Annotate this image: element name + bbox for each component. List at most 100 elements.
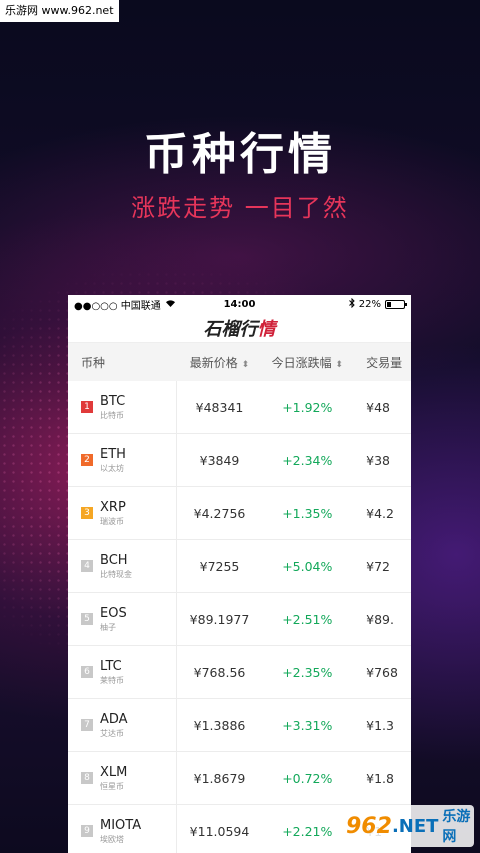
coin-symbol: LTC	[100, 658, 122, 674]
coin-symbol: XLM	[100, 764, 128, 780]
change-cell: +5.04%	[282, 558, 333, 574]
header-change[interactable]: 今日涨跌幅 ⬍	[262, 354, 352, 371]
volume-cell: ¥768	[366, 664, 398, 680]
change-cell: +2.21%	[282, 823, 333, 839]
coin-name: 比特现金	[100, 569, 132, 579]
volume-cell: ¥1.3	[366, 717, 394, 733]
app-title-accent: 情	[257, 318, 276, 340]
table-row[interactable]: 2 ETH 以太坊 ¥3849 +2.34% ¥38	[68, 434, 411, 487]
coin-cell: 6 LTC 莱特币	[68, 646, 177, 698]
header-price-label: 最新价格	[189, 355, 238, 370]
coin-symbol: BTC	[100, 393, 126, 409]
headline: 币种行情	[144, 129, 336, 180]
coin-names: ADA 艾达币	[100, 712, 128, 739]
table-row[interactable]: 4 BCH 比特现金 ¥7255 +5.04% ¥72	[68, 540, 411, 593]
change-cell: +2.35%	[282, 664, 333, 680]
price-cell: ¥1.8679	[193, 770, 246, 786]
header-change-label: 今日涨跌幅	[271, 355, 332, 370]
coin-name: 埃欧塔	[100, 834, 124, 844]
header-coin: 币种	[81, 355, 106, 370]
coin-names: ETH 以太坊	[100, 447, 126, 474]
table-header: 币种 最新价格 ⬍ 今日涨跌幅 ⬍ 交易量	[68, 343, 411, 381]
app-title: 石榴行情	[68, 313, 411, 343]
change-cell: +0.72%	[282, 770, 333, 786]
coin-name: 艾达币	[100, 728, 124, 738]
coin-list: 1 BTC 比特币 ¥48341 +1.92% ¥48 2 ETH 以太坊 ¥38 4 9 +2.34%…	[68, 381, 411, 853]
coin-symbol: MIOTA	[100, 817, 142, 833]
coin-name: 瑞波币	[100, 516, 124, 526]
coin-symbol: ADA	[100, 711, 128, 727]
volume-cell: ¥4.2	[366, 505, 394, 521]
table-row[interactable]: 5 EOS 柚子 ¥89.1977 +2.51% ¥89.	[68, 593, 411, 646]
coin-names: MIOTA 埃欧塔	[100, 818, 141, 845]
change-cell: +2.34%	[282, 452, 333, 468]
coin-name: 莱特币	[100, 675, 124, 685]
table-row[interactable]: 7 ADA 艾达币 ¥1.3886 +3.31% ¥1.3	[68, 699, 411, 752]
rank-badge: 6	[81, 666, 93, 678]
coin-cell: 1 BTC 比特币	[68, 381, 177, 433]
change-cell: +1.92%	[282, 399, 333, 415]
header-price[interactable]: 最新价格 ⬍	[177, 354, 263, 371]
coin-cell: 8 XLM 恒星币	[68, 752, 177, 804]
rank-badge: 1	[81, 401, 93, 413]
coin-name: 以太坊	[100, 463, 124, 473]
coin-symbol: ETH	[100, 446, 126, 462]
coin-name: 比特币	[100, 410, 124, 420]
volume-cell: ¥1.8	[366, 770, 394, 786]
battery-icon	[385, 299, 407, 309]
sort-icon: ⬍	[241, 359, 250, 370]
rank-badge: 3	[81, 507, 93, 519]
battery-percent: 22%	[358, 298, 381, 310]
price-cell: ¥4.2756	[193, 505, 246, 521]
price-cell: ¥11.0594	[189, 823, 250, 839]
status-bar: ●●○○○ 中国联通 14:00 22%	[68, 295, 411, 313]
coin-names: BTC 比特币	[100, 394, 125, 421]
coin-name: 柚子	[100, 622, 116, 632]
coin-cell: 4 BCH 比特现金	[68, 540, 177, 592]
price-cell: ¥89.1977	[189, 611, 250, 627]
rank-badge: 4	[81, 560, 93, 572]
coin-symbol: EOS	[100, 605, 127, 621]
coin-cell: 2 ETH 以太坊	[68, 434, 177, 486]
app-title-main: 石榴行	[203, 318, 258, 340]
price-cell: ¥7255	[199, 558, 240, 574]
coin-cell: 5 EOS 柚子	[68, 593, 177, 645]
price-cell: ¥768.56	[193, 664, 246, 680]
rank-badge: 5	[81, 613, 93, 625]
coin-names: XLM 恒星币	[100, 765, 127, 792]
site-logo: 962 .NET 乐游网	[346, 805, 474, 847]
phone-screen: ●●○○○ 中国联通 14:00 22% 石榴行情 币种 最新价格 ⬍ 今日涨跌…	[68, 295, 411, 853]
header-volume[interactable]: 交易量	[352, 354, 411, 371]
volume-cell: ¥48	[366, 399, 390, 415]
logo-suffix: .NET	[391, 815, 439, 837]
coin-cell: 9 MIOTA 埃欧塔	[68, 805, 177, 853]
price-cell: ¥48341	[195, 399, 244, 415]
logo-label: 乐游网	[442, 809, 471, 845]
rank-badge: 7	[81, 719, 93, 731]
table-row[interactable]: 8 XLM 恒星币 ¥1.8679 +0.72% ¥1.8	[68, 752, 411, 805]
volume-cell: ¥72	[366, 558, 390, 574]
coin-symbol: XRP	[100, 499, 126, 515]
coin-name: 恒星币	[100, 781, 124, 791]
coin-cell: 7 ADA 艾达币	[68, 699, 177, 751]
rank-badge: 8	[81, 772, 93, 784]
coin-names: LTC 莱特币	[100, 659, 124, 686]
coin-names: EOS 柚子	[100, 606, 127, 633]
rank-badge: 2	[81, 454, 93, 466]
sort-icon: ⬍	[335, 359, 343, 370]
subheadline: 涨跌走势 一目了然	[131, 194, 349, 222]
change-cell: +1.35%	[282, 505, 333, 521]
logo-number: 962	[346, 813, 392, 839]
table-row[interactable]: 6 LTC 莱特币 ¥768.56 +2.35% ¥768	[68, 646, 411, 699]
table-row[interactable]: 3 XRP 瑞波币 ¥4.2756 +1.35% ¥4.2	[68, 487, 411, 540]
coin-cell: 3 XRP 瑞波币	[68, 487, 177, 539]
rank-badge: 9	[81, 825, 93, 837]
watermark: 乐游网 www.962.net	[0, 0, 119, 22]
change-cell: +3.31%	[282, 717, 333, 733]
change-cell: +2.51%	[282, 611, 333, 627]
price-cell: ¥1.3886	[193, 717, 246, 733]
table-row[interactable]: 1 BTC 比特币 ¥48341 +1.92% ¥48	[68, 381, 411, 434]
coin-names: BCH 比特现金	[100, 553, 132, 580]
volume-cell: ¥38	[366, 452, 390, 468]
volume-cell: ¥89.	[366, 611, 394, 627]
